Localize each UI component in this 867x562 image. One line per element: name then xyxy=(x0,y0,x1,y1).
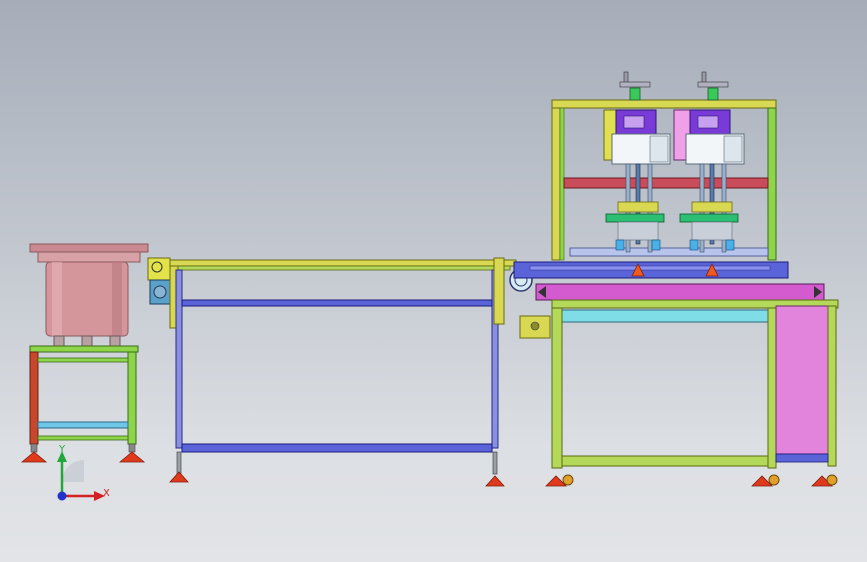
z-axis-dot xyxy=(57,491,67,501)
upper-frame[interactable] xyxy=(551,99,777,261)
x-axis-label: X xyxy=(103,488,110,499)
linear-conveyor[interactable] xyxy=(147,257,517,487)
bowl-stand[interactable] xyxy=(20,345,146,463)
screw-head-right[interactable] xyxy=(673,71,745,253)
cad-viewport[interactable]: Y X xyxy=(0,0,867,562)
assembly-drawing: Y X xyxy=(20,71,839,501)
y-axis-label: Y xyxy=(58,444,66,455)
lower-cabinet[interactable] xyxy=(545,299,839,487)
coordinate-triad: Y X xyxy=(57,444,110,501)
screw-head-left[interactable] xyxy=(603,71,671,253)
bowl-feeder[interactable] xyxy=(29,243,149,347)
